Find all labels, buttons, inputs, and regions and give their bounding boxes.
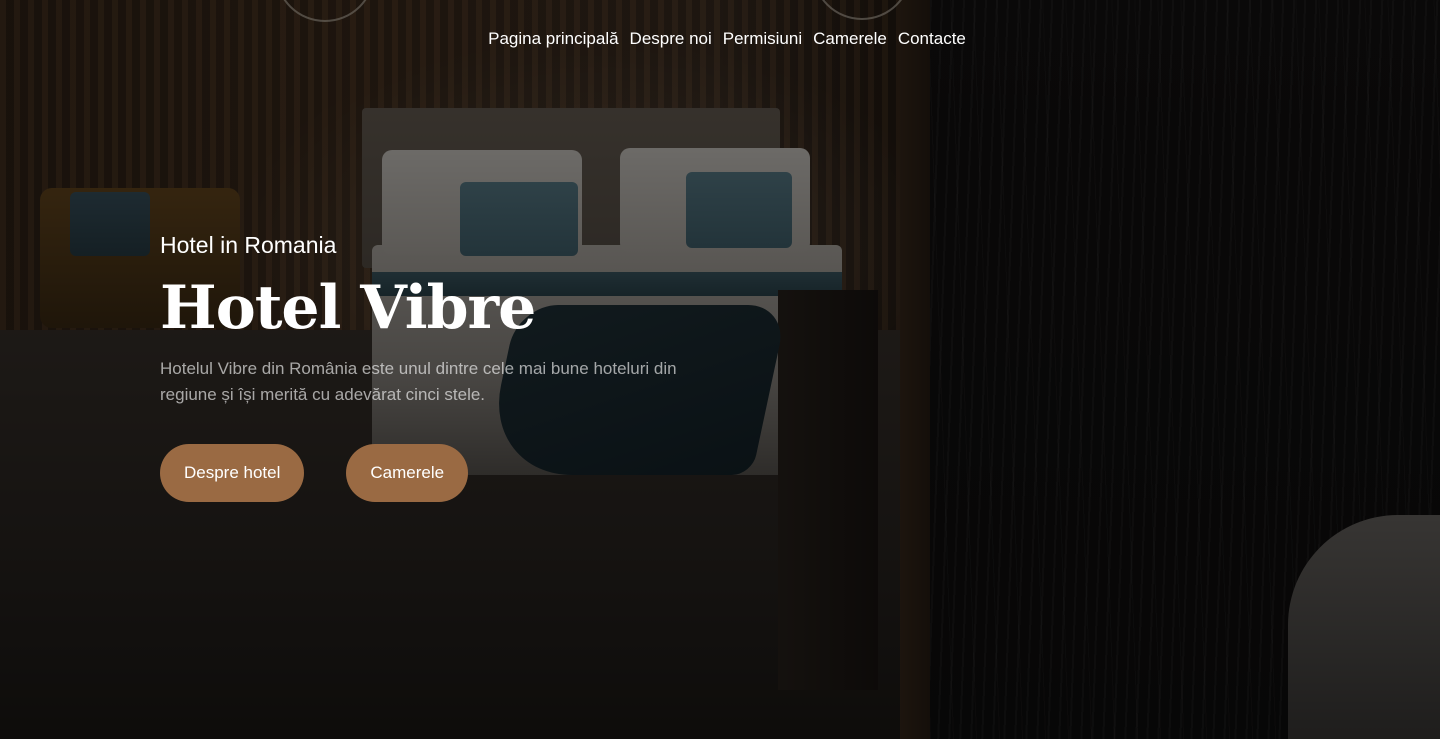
cushion-decoration — [70, 192, 150, 256]
hero-title: Hotel Vibre — [160, 273, 536, 343]
about-hotel-button[interactable]: Despre hotel — [160, 444, 305, 502]
bathtub-decoration — [1288, 515, 1440, 739]
nav-link-home[interactable]: Pagina principală — [488, 28, 618, 50]
lamp-decoration — [812, 0, 912, 20]
desk-decoration — [778, 290, 878, 690]
hero-eyebrow: Hotel in Romania — [160, 232, 337, 258]
nav-link-contacts[interactable]: Contacte — [898, 28, 966, 50]
hero-section: Pagina principală Despre noi Permisiuni … — [0, 0, 1440, 739]
hero-buttons: Despre hotel Camerele — [160, 444, 700, 502]
main-navigation: Pagina principală Despre noi Permisiuni … — [0, 28, 1440, 50]
marble-wall-decoration — [930, 0, 1440, 739]
nav-link-about[interactable]: Despre noi — [630, 28, 712, 50]
nav-link-rooms[interactable]: Camerele — [813, 28, 887, 50]
hero-content: Hotel in Romania Hotel Vibre Hotelul Vib… — [160, 230, 700, 502]
frame-decoration — [900, 0, 940, 739]
hero-description: Hotelul Vibre din România este unul dint… — [160, 359, 677, 404]
lamp-decoration — [275, 0, 375, 22]
rooms-button[interactable]: Camerele — [346, 444, 469, 502]
nav-link-permissions[interactable]: Permisiuni — [723, 28, 802, 50]
cushion-decoration — [686, 172, 792, 248]
